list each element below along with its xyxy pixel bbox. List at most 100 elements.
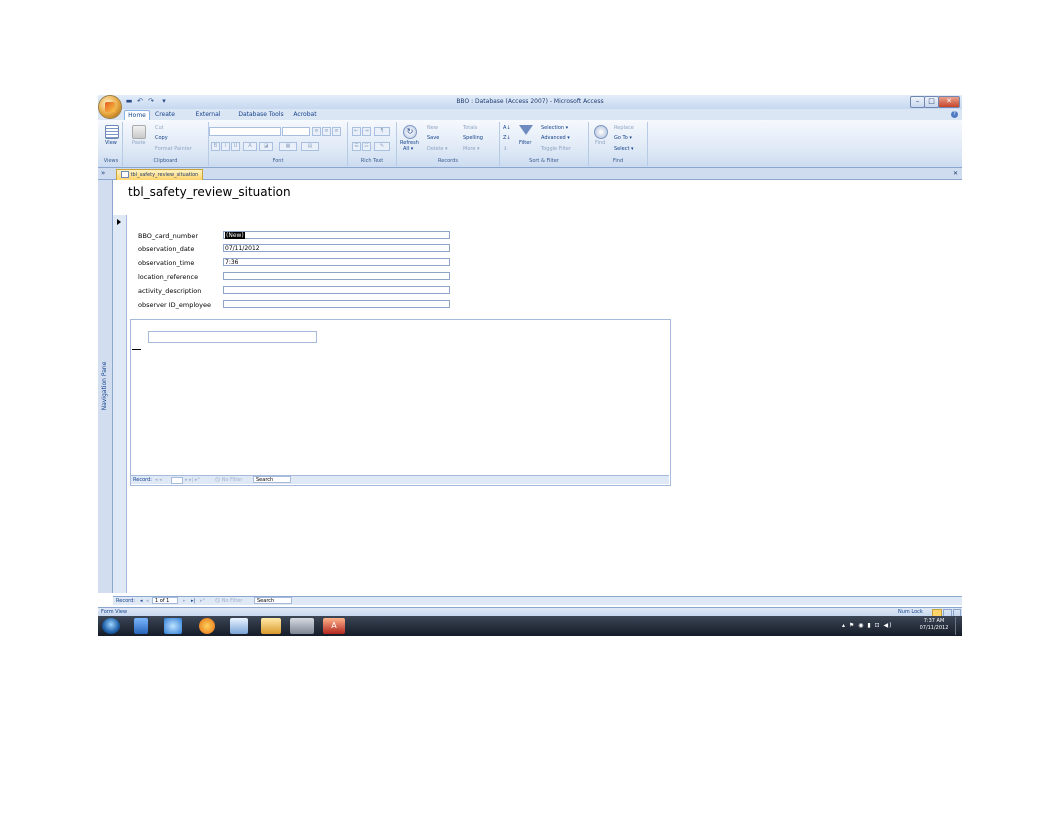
align-center-button[interactable]: ≡ — [322, 127, 331, 136]
fill-color-button[interactable]: ◪ — [259, 142, 273, 151]
view-icon — [105, 125, 119, 139]
subform-search-box[interactable]: Search — [253, 476, 291, 483]
help-icon[interactable]: ? — [951, 111, 958, 118]
format-painter-button[interactable]: Format Painter — [155, 146, 192, 152]
search-box[interactable]: Search — [254, 597, 292, 604]
delete-record-button[interactable]: Delete ▾ — [427, 146, 448, 152]
replace-button[interactable]: Replace — [614, 125, 634, 131]
select-button[interactable]: Select ▾ — [614, 146, 634, 152]
binoculars-icon — [594, 125, 608, 139]
field-label: observer ID_employee — [138, 301, 212, 309]
paste-button[interactable]: Paste — [132, 140, 146, 146]
indent-increase-button[interactable]: ⇥ — [362, 127, 371, 136]
next-record-button[interactable]: ▸ — [183, 597, 186, 605]
font-name-combo[interactable] — [209, 127, 281, 136]
view-button[interactable]: View — [105, 140, 117, 146]
more-button[interactable]: More ▾ — [463, 146, 480, 152]
font-color-button[interactable]: A — [243, 142, 257, 151]
folder-taskbar-icon[interactable] — [261, 618, 281, 634]
tab-database-tools[interactable]: Database Tools — [238, 110, 284, 120]
nav-pane-toggle[interactable]: » — [101, 169, 105, 177]
gridlines-button[interactable]: ▦ — [279, 142, 297, 151]
close-document-button[interactable]: ✕ — [953, 170, 958, 177]
italic-button[interactable]: I — [221, 142, 230, 151]
no-filter-indicator[interactable]: 🛇 No Filter — [215, 597, 242, 605]
find-button[interactable]: Find — [595, 140, 605, 146]
minimize-button[interactable]: – — [910, 96, 925, 108]
tab-external-data[interactable]: External Data — [188, 110, 228, 128]
totals-button[interactable]: Totals — [463, 125, 477, 131]
bullets-button[interactable]: ☰ — [352, 142, 361, 151]
field-label: observation_time — [138, 259, 195, 267]
document-tab[interactable]: tbl_safety_review_situation — [116, 169, 204, 180]
clock-date: 07/11/2012 — [919, 625, 949, 631]
goto-button[interactable]: Go To ▾ — [614, 135, 632, 141]
office-button[interactable] — [99, 96, 121, 118]
cut-button[interactable]: Cut — [155, 125, 164, 131]
records-group: ↻ Refresh All ▾ New Save Delete ▾ Totals… — [397, 122, 500, 166]
tools-taskbar-icon[interactable] — [290, 618, 314, 634]
firefox-taskbar-icon[interactable] — [199, 618, 215, 634]
selection-button[interactable]: Selection ▾ — [541, 125, 568, 131]
navigation-pane-label[interactable]: Navigation Pane — [100, 356, 110, 416]
spelling-button[interactable]: Spelling — [463, 135, 483, 141]
subform-no-filter[interactable]: 🛇 No Filter — [215, 476, 242, 484]
maximize-button[interactable]: □ — [924, 96, 939, 108]
clear-sort-icon[interactable]: ↕ — [503, 146, 507, 152]
desktop-screen: ▬ ↶ ↷ ▾ BBO : Database (Access 2007) - M… — [98, 95, 962, 636]
subform-position-box[interactable] — [171, 477, 183, 484]
sort-descending-icon[interactable]: Z↓ — [503, 135, 511, 141]
record-position-box[interactable]: 1 of 1 — [152, 597, 178, 604]
tab-create[interactable]: Create — [153, 110, 177, 120]
numbering-button[interactable]: ☷ — [362, 142, 371, 151]
toggle-filter-button[interactable]: Toggle Filter — [541, 146, 571, 152]
views-group: View Views — [100, 122, 123, 166]
clipboard-group: Paste Cut Copy Format Painter Clipboard — [123, 122, 209, 166]
align-left-button[interactable]: ≡ — [312, 127, 321, 136]
close-window-button[interactable]: ✕ — [938, 96, 960, 108]
first-record-button[interactable]: ◂ — [140, 597, 143, 605]
observer-id-employee-field[interactable] — [223, 300, 450, 308]
last-record-button[interactable]: ▸| — [191, 597, 195, 605]
align-right-button[interactable]: ≡ — [332, 127, 341, 136]
window-title: BBO : Database (Access 2007) - Microsoft… — [456, 98, 604, 105]
subform-field[interactable] — [148, 331, 317, 343]
media-player-taskbar-icon[interactable] — [134, 618, 148, 634]
save-record-button[interactable]: Save — [427, 135, 439, 141]
new-record-nav-button[interactable]: ▸* — [200, 597, 205, 605]
observation-time-field[interactable]: 7:36 — [223, 258, 450, 266]
access-taskbar-icon[interactable]: A — [323, 618, 345, 634]
activity-description-field[interactable] — [223, 286, 450, 294]
previous-record-button[interactable]: ◂ — [146, 597, 149, 605]
text-direction-button[interactable]: ¶ — [374, 127, 390, 136]
sort-ascending-icon[interactable]: A↓ — [503, 125, 511, 131]
font-group: ≡ ≡ ≡ B I U A ◪ ▦ ▤ Font — [209, 122, 348, 166]
tab-acrobat[interactable]: Acrobat — [292, 110, 318, 120]
subform-nav-buttons-after[interactable]: ▸ ▸| ▸* — [185, 476, 200, 484]
start-button[interactable] — [102, 618, 120, 634]
indent-decrease-button[interactable]: ⇤ — [352, 127, 361, 136]
refresh-all-dropdown[interactable]: All ▾ — [403, 146, 413, 152]
advanced-button[interactable]: Advanced ▾ — [541, 135, 570, 141]
taskbar-clock[interactable]: 7:37 AM 07/11/2012 — [916, 618, 952, 632]
location-reference-field[interactable] — [223, 272, 450, 280]
show-desktop-button[interactable] — [955, 617, 962, 635]
alternate-fill-button[interactable]: ▤ — [301, 142, 319, 151]
bbo-card-number-field[interactable]: (New) — [223, 231, 450, 239]
system-tray-icons[interactable]: ▴ ⚑ ◉ ▮ ⊡ ◀) — [842, 622, 892, 629]
highlight-button[interactable]: ✎ — [374, 142, 390, 151]
underline-button[interactable]: U — [231, 142, 240, 151]
observation-date-field[interactable]: 07/11/2012 — [223, 244, 450, 252]
group-label: Rich Text — [360, 158, 384, 164]
copy-button[interactable]: Copy — [155, 135, 168, 141]
subform-nav-buttons[interactable]: ◂ ◂ — [155, 476, 162, 484]
new-record-button[interactable]: New — [427, 125, 438, 131]
subform[interactable] — [130, 319, 671, 486]
font-size-combo[interactable] — [282, 127, 310, 136]
bold-button[interactable]: B — [211, 142, 220, 151]
filter-button[interactable]: Filter — [519, 140, 531, 146]
current-record-arrow-icon — [117, 219, 121, 225]
record-selector-bar[interactable] — [113, 215, 127, 593]
internet-explorer-taskbar-icon[interactable] — [164, 618, 182, 634]
explorer-taskbar-icon[interactable] — [230, 618, 248, 634]
